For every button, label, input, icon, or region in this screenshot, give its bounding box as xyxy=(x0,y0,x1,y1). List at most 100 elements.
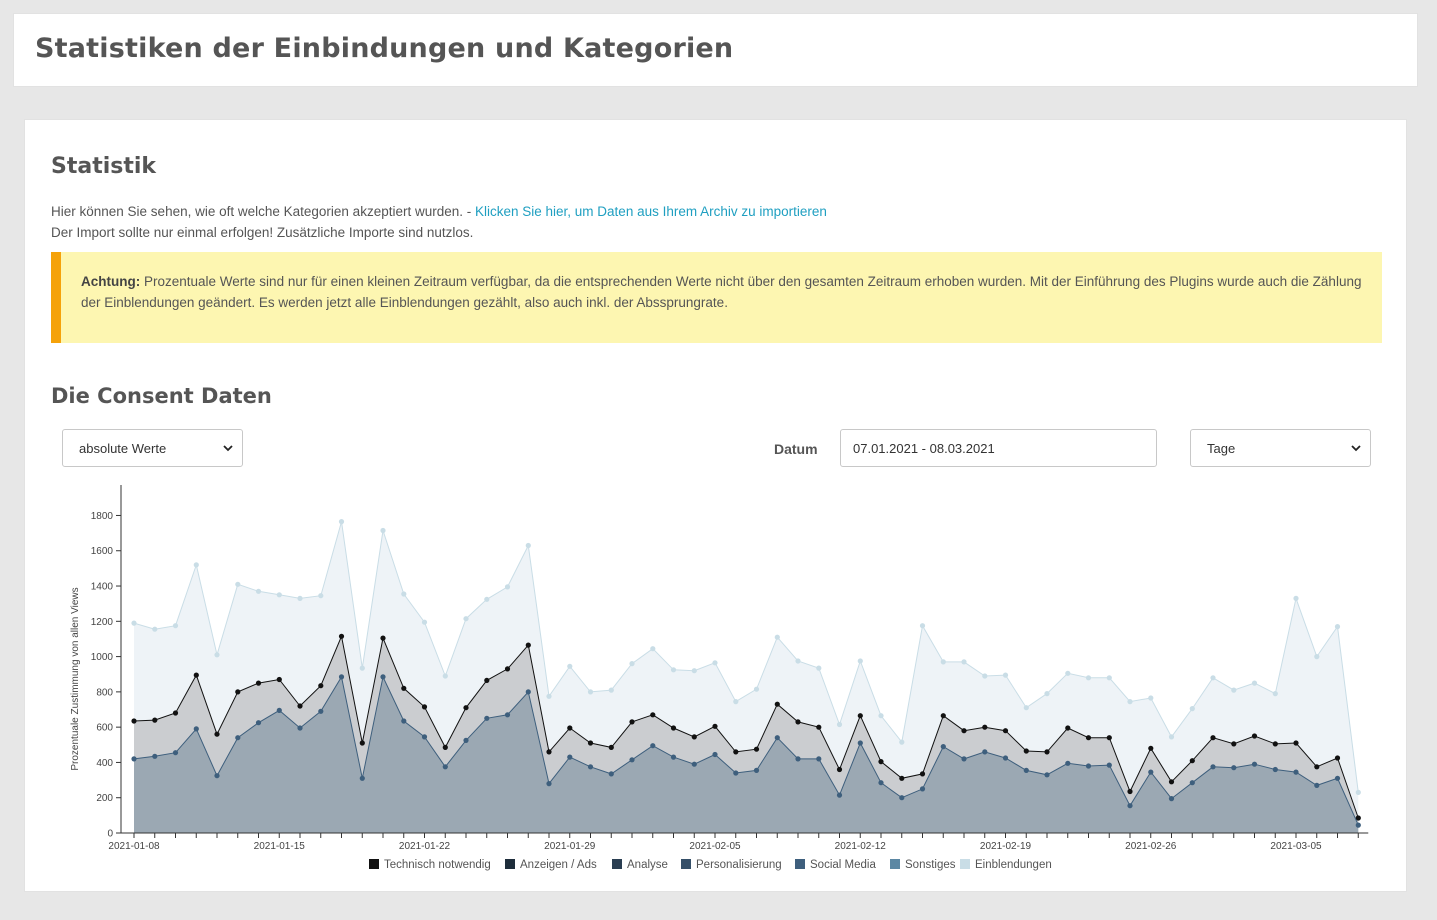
data-point-technisch-notwendig xyxy=(1106,735,1112,741)
interval-select[interactable]: Tage xyxy=(1190,429,1371,467)
data-point-einblendungen xyxy=(1314,654,1320,660)
data-point-technisch-notwendig xyxy=(504,666,511,672)
data-point-social-media xyxy=(982,749,988,755)
data-point-technisch-notwendig xyxy=(484,677,490,683)
x-tick-label: 2021-02-12 xyxy=(835,841,887,852)
import-archive-link[interactable]: Klicken Sie hier, um Daten aus Ihrem Arc… xyxy=(475,204,827,219)
data-point-technisch-notwendig xyxy=(401,685,407,691)
x-tick-label: 2021-03-05 xyxy=(1270,841,1322,852)
data-point-technisch-notwendig xyxy=(380,635,386,641)
x-tick-label: 2021-02-26 xyxy=(1125,841,1177,852)
data-point-social-media xyxy=(1210,764,1216,770)
data-point-einblendungen xyxy=(608,687,614,693)
data-point-technisch-notwendig xyxy=(753,746,760,752)
data-point-einblendungen xyxy=(1355,789,1361,795)
data-point-technisch-notwendig xyxy=(650,712,656,718)
data-point-social-media xyxy=(525,689,531,695)
data-point-technisch-notwendig xyxy=(1334,755,1341,761)
data-point-social-media xyxy=(919,786,926,792)
intro-text-block: Hier können Sie sehen, wie oft welche Ka… xyxy=(51,201,827,243)
data-point-einblendungen xyxy=(1210,675,1216,681)
data-point-social-media xyxy=(753,767,760,773)
data-point-social-media xyxy=(1127,803,1133,809)
data-point-technisch-notwendig xyxy=(442,744,448,750)
data-point-einblendungen xyxy=(1293,595,1299,601)
data-point-einblendungen xyxy=(733,699,739,705)
data-point-technisch-notwendig xyxy=(421,704,428,710)
data-point-social-media xyxy=(1065,760,1071,766)
notice-label: Achtung: xyxy=(81,274,141,289)
chevron-down-icon xyxy=(1351,445,1361,452)
data-point-einblendungen xyxy=(172,623,179,629)
data-point-technisch-notwendig xyxy=(1148,745,1154,751)
chevron-down-icon xyxy=(223,445,233,452)
data-point-einblendungen xyxy=(318,593,324,599)
x-tick-label: 2021-02-05 xyxy=(689,841,741,852)
data-point-social-media xyxy=(857,740,863,746)
notice-text: Prozentuale Werte sind nur für einen kle… xyxy=(81,274,1362,310)
data-point-social-media xyxy=(1023,767,1029,773)
data-point-einblendungen xyxy=(1065,670,1071,676)
data-point-social-media xyxy=(608,771,614,777)
import-note: Der Import sollte nur einmal erfolgen! Z… xyxy=(51,225,474,240)
legend-label-social-media: Social Media xyxy=(810,859,876,871)
data-point-einblendungen xyxy=(380,527,386,534)
data-point-social-media xyxy=(484,715,490,721)
y-tick-label: 800 xyxy=(96,687,113,698)
statistics-card: Statistik Hier können Sie sehen, wie oft… xyxy=(24,119,1407,892)
data-point-einblendungen xyxy=(940,659,946,665)
data-point-einblendungen xyxy=(691,668,697,674)
intro-text: Hier können Sie sehen, wie oft welche Ka… xyxy=(51,204,472,219)
data-point-technisch-notwendig xyxy=(1272,741,1278,747)
data-point-social-media xyxy=(795,756,801,762)
data-point-social-media xyxy=(650,743,656,749)
data-point-social-media xyxy=(878,780,884,786)
date-range-input[interactable]: 07.01.2021 - 08.03.2021 xyxy=(840,429,1157,467)
data-point-technisch-notwendig xyxy=(525,642,531,648)
data-point-einblendungen xyxy=(919,623,926,629)
data-point-einblendungen xyxy=(1023,705,1029,711)
data-point-einblendungen xyxy=(878,713,884,719)
consent-title: Die Consent Daten xyxy=(51,384,272,408)
x-tick-label: 2021-01-22 xyxy=(399,841,451,852)
data-point-technisch-notwendig xyxy=(214,731,220,737)
data-point-social-media xyxy=(318,708,324,714)
x-tick-label: 2021-01-15 xyxy=(254,841,306,852)
data-point-einblendungen xyxy=(193,562,199,568)
data-point-einblendungen xyxy=(816,665,822,671)
date-range-value: 07.01.2021 - 08.03.2021 xyxy=(853,441,995,456)
data-point-social-media xyxy=(1168,796,1175,802)
legend-swatch-anzeigen-ads xyxy=(505,859,515,869)
data-point-einblendungen xyxy=(359,665,365,671)
legend-swatch-analyse xyxy=(612,859,622,869)
data-point-social-media xyxy=(1314,782,1320,788)
y-tick-label: 1800 xyxy=(91,511,114,522)
data-point-social-media xyxy=(712,751,718,758)
data-point-social-media xyxy=(670,754,677,760)
interval-value: Tage xyxy=(1207,441,1236,456)
data-point-social-media xyxy=(421,734,428,740)
data-point-social-media xyxy=(463,737,469,743)
data-point-technisch-notwendig xyxy=(982,724,988,730)
data-point-social-media xyxy=(255,720,262,726)
data-point-technisch-notwendig xyxy=(919,771,926,777)
data-point-social-media xyxy=(172,750,179,756)
data-point-technisch-notwendig xyxy=(1044,749,1050,755)
data-point-social-media xyxy=(961,756,967,762)
value-mode-select[interactable]: absolute Werte xyxy=(62,429,243,467)
data-point-einblendungen xyxy=(131,620,137,626)
warning-notice: Achtung: Prozentuale Werte sind nur für … xyxy=(51,252,1382,343)
data-point-einblendungen xyxy=(276,592,282,598)
data-point-einblendungen xyxy=(753,686,760,692)
data-point-technisch-notwendig xyxy=(1251,733,1258,739)
data-point-social-media xyxy=(131,756,137,762)
data-point-technisch-notwendig xyxy=(608,744,614,750)
data-point-social-media xyxy=(629,757,635,763)
y-tick-label: 200 xyxy=(96,793,113,804)
data-point-technisch-notwendig xyxy=(338,633,345,639)
data-point-technisch-notwendig xyxy=(567,725,573,731)
data-point-social-media xyxy=(1085,763,1092,769)
data-point-technisch-notwendig xyxy=(961,728,967,734)
data-point-einblendungen xyxy=(1334,624,1341,630)
data-point-social-media xyxy=(587,764,594,770)
